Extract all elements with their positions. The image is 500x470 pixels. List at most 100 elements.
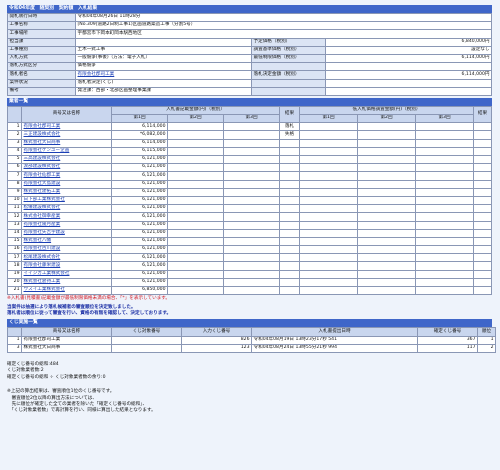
bid-result: 落札 — [279, 122, 300, 132]
bidder-name-link[interactable]: 松儀建設株式会社 — [21, 204, 112, 214]
bidder-name-link[interactable]: 株式会社御幸産業 — [21, 212, 112, 222]
lowbid-round3 — [415, 195, 474, 206]
bid-round2 — [167, 245, 224, 255]
lowbid-round3 — [415, 171, 474, 181]
bidder-name-link[interactable]: 株式会社倉持工業 — [21, 277, 112, 288]
lowbid-round1-header: 第1回 — [299, 114, 358, 124]
lowbid-round3 — [415, 138, 474, 148]
bidder-no: 11 — [7, 204, 22, 214]
lottery-rank-header: 順位 — [477, 327, 496, 337]
lottery-input-header: 入力くじ番号 — [181, 327, 252, 337]
winner-link[interactable]: 有限会社郡司工業 — [75, 70, 252, 80]
lottery-company: 株式会社大日商事 — [21, 343, 112, 353]
bid-round3 — [223, 179, 280, 189]
bid-result — [279, 220, 300, 230]
bidder-no: 6 — [7, 163, 22, 173]
lowbid-result — [473, 146, 492, 157]
lowbid-result — [473, 220, 492, 230]
lowbid-result — [473, 277, 492, 288]
info-row: 担当課 予定価格（税別） 6,840,000円 — [7, 37, 492, 47]
bid-result — [279, 187, 300, 197]
lowbid-round2 — [357, 154, 416, 165]
bidder-name-link[interactable]: 有限会社郡司工業 — [21, 122, 112, 132]
bid-round2 — [167, 212, 224, 222]
table-row: 8 有限会社大島建設 6,121,000 — [7, 179, 492, 189]
bidder-name-link[interactable]: 有限会社大島建設 — [21, 179, 112, 189]
lowbid-round1 — [299, 285, 358, 296]
lowbid-round3 — [415, 220, 474, 230]
info-value: 宇都宮市下岡本町岡本駅西地区 — [75, 29, 492, 39]
lowbid-round2 — [357, 220, 416, 230]
bidder-name-link[interactable]: 日下部工業株式会社 — [21, 195, 112, 206]
info-value — [75, 37, 252, 47]
lowbid-round3 — [415, 154, 474, 165]
lottery-confirmed-header: 確定くじ番号 — [417, 327, 478, 337]
bidder-name-link[interactable]: 松尾建設株式会社 — [21, 253, 112, 263]
bidder-no: 12 — [7, 212, 22, 222]
bidder-name-link[interactable]: 有限会社陵月産業 — [21, 220, 112, 230]
bidder-name-link[interactable]: 有限会社仙郡工業 — [21, 171, 112, 181]
lottery-kuji — [111, 335, 182, 345]
bid-result — [279, 212, 300, 222]
lowbid-round1 — [299, 277, 358, 288]
info-label: 担当課 — [7, 37, 76, 47]
bidder-no: 16 — [7, 245, 22, 255]
lowbid-result — [473, 269, 492, 279]
bidder-no: 1 — [7, 122, 22, 132]
lottery-kuji — [111, 343, 182, 353]
bid-round1: 6,121,000 — [111, 220, 168, 230]
lottery-company-header: 商号又は名称 — [21, 327, 112, 337]
bidder-no: 8 — [7, 179, 22, 189]
bid-round3 — [223, 261, 280, 271]
lowbid-round2 — [357, 204, 416, 214]
bidder-name-link[interactable]: 有限会社古川建設 — [21, 245, 112, 255]
bidder-name-link[interactable]: 有限会社藤栄建設 — [21, 261, 112, 271]
bid-round1: 6,114,000 — [111, 138, 168, 148]
bid-result — [279, 285, 300, 296]
calc-block: 確定くじ番号の総和:484 くじ対象業者数:2 確定くじ番号の総和 ÷ くじ対象… — [7, 362, 492, 381]
lottery-no: 3 — [7, 343, 22, 353]
bidder-no: 5 — [7, 154, 22, 165]
bidder-no: 15 — [7, 236, 22, 247]
table-row: 11 松儀建設株式会社 6,121,000 — [7, 204, 492, 214]
lowbid-round1 — [299, 146, 358, 157]
bidder-name-link[interactable]: 株式会社建拓工業 — [21, 187, 112, 197]
bidder-name-link[interactable]: イイジカ工業株式会社 — [21, 269, 112, 279]
lowbid-round1 — [299, 220, 358, 230]
table-row: 10 日下部工業株式会社 6,121,000 — [7, 195, 492, 206]
bidder-name-link[interactable]: 有限会社矢吉宇建設 — [21, 228, 112, 238]
info-row: 入札方式 一般競争(事後)（方法：電子入札） 最低制限価格（税別） 6,114,000… — [7, 53, 492, 64]
bidder-name-link[interactable]: ウスイ工業株式会社 — [21, 285, 112, 296]
lowbid-round2 — [357, 130, 416, 140]
bidder-name-link[interactable]: 株式会社八幡 — [21, 236, 112, 247]
info-row: 備考 発注課：西部・北部区画整理事業課 — [7, 86, 492, 96]
bidder-no: 13 — [7, 220, 22, 230]
lowbid-round3-header: 第3回 — [415, 114, 474, 124]
info-label: 入札方式 — [7, 53, 76, 64]
table-row: 4 有限会社ケンユー企画 6,115,000 — [7, 146, 492, 157]
bid-round3 — [223, 236, 280, 247]
bid-round1: *6,082,000 — [111, 130, 168, 140]
lowbid-round1 — [299, 228, 358, 238]
info-label-2: 落札決定金額（税別） — [251, 70, 326, 80]
bid-round3 — [223, 285, 280, 296]
bid-round2 — [167, 285, 224, 296]
bid-round2 — [167, 179, 224, 189]
lowbid-round1 — [299, 212, 358, 222]
lottery-kuji-header: くじ対象番号 — [111, 327, 182, 337]
bidder-name-link[interactable]: 渡部建設株式会社 — [21, 163, 112, 173]
lowbid-round3 — [415, 261, 474, 271]
bidder-name-link[interactable]: 三正建設株式会社 — [21, 130, 112, 140]
bidder-name-link[interactable]: 有限会社ケンユー企画 — [21, 146, 112, 157]
bid-round1: 6,114,000 — [111, 122, 168, 132]
bid-result — [279, 154, 300, 165]
bidder-no: 18 — [7, 261, 22, 271]
bidder-name-link[interactable]: 三高建設株式会社 — [21, 154, 112, 165]
bidder-name-link[interactable]: 株式会社大日商事 — [21, 138, 112, 148]
info-row: 落札者名 有限会社郡司工業 落札決定金額（税別） 6,114,000円 — [7, 70, 492, 80]
bid-round2 — [167, 187, 224, 197]
bidder-no: 20 — [7, 277, 22, 288]
lowbid-round1 — [299, 171, 358, 181]
bid-result — [279, 245, 300, 255]
bid-result — [279, 171, 300, 181]
